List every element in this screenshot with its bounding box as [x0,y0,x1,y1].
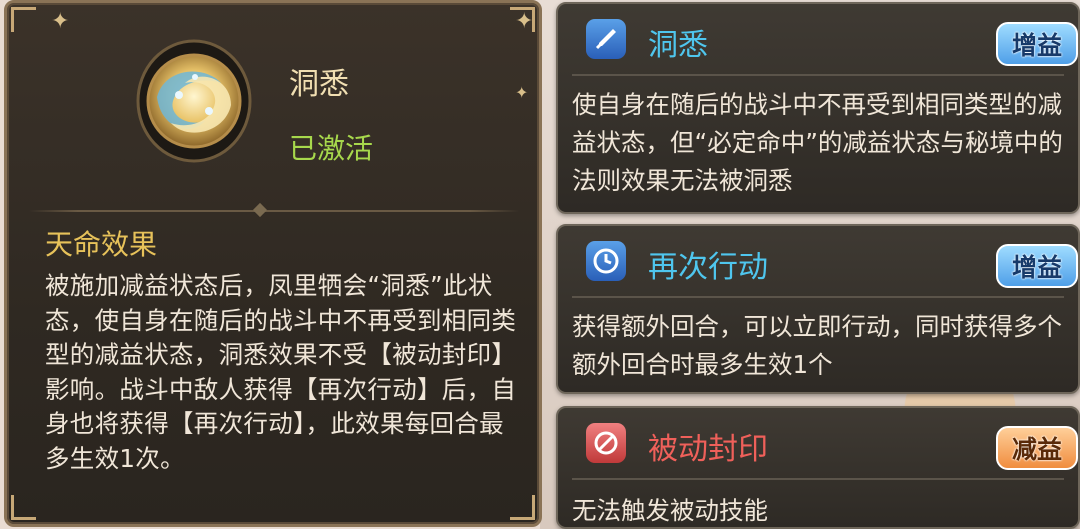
skill-emblem-icon [136,39,252,163]
divider [29,210,519,212]
status-description: 无法触发被动技能 [572,496,768,525]
status-name: 被动封印 [648,432,768,467]
divider-ornament [252,202,268,218]
sparkle-icon: ✦ [515,9,534,34]
debuff-tag: 减益 [996,426,1078,470]
status-card-passive-seal: 被动封印 减益 无法触发被动技能 [556,406,1080,529]
clock-icon [586,241,626,281]
effect-title: 天命效果 [45,228,158,261]
corner-ornament [11,7,36,32]
status-name: 再次行动 [648,250,768,285]
skill-status: 已激活 [289,132,374,165]
sword-icon [586,19,626,59]
status-name: 洞悉 [648,28,708,63]
corner-ornament [510,495,535,520]
status-description: 使自身在随后的战斗中不再受到相同类型的减益状态，但“必定命中”的减益状态与秘境中… [572,90,1063,195]
status-card-extra-turn: 再次行动 增益 获得额外回合，可以立即行动，同时获得多个额外回合时最多生效1个 [556,224,1080,394]
corner-ornament [11,495,36,520]
status-description: 获得额外回合，可以立即行动，同时获得多个额外回合时最多生效1个 [572,312,1062,379]
skill-detail-panel: ✦ ✦ ✦ 洞悉 已激活 天命效果 被施加减益状态后，凤里牺会“洞悉”此状态，使… [4,0,542,527]
skill-name: 洞悉 [289,67,349,102]
sparkle-icon: ✦ [515,83,529,102]
effect-description: 被施加减益状态后，凤里牺会“洞悉”此状态，使自身在随后的战斗中不再受到相同类型的… [45,271,517,473]
seal-icon [586,423,626,463]
status-card-insight: 洞悉 增益 使自身在随后的战斗中不再受到相同类型的减益状态，但“必定命中”的减益… [556,2,1080,214]
buff-tag: 增益 [996,244,1078,288]
buff-tag: 增益 [996,22,1078,66]
sparkle-icon: ✦ [51,9,70,34]
